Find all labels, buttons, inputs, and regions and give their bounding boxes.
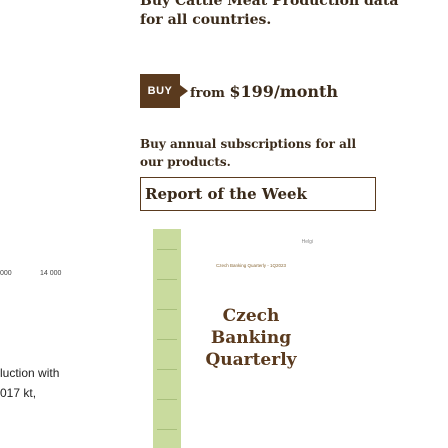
price-text[interactable]: from $199/month (190, 82, 338, 101)
annual-subscription-text[interactable]: Buy annual subscriptions for all our pro… (140, 135, 440, 171)
background-text-line: luction with (0, 366, 60, 380)
annual-line: our products. (140, 155, 231, 169)
cover-heading-line: Czech (222, 306, 280, 326)
annual-line: Buy annual subscriptions for all (140, 137, 357, 151)
cover-spine (153, 229, 181, 448)
cover-page: Helgi Czech Banking Quarterly - 1Q2023 C… (181, 229, 321, 448)
promo-panel: Buy Cattle Meat Production data for all … (140, 0, 448, 448)
price-prefix: from (190, 85, 230, 101)
promo-title-line: for all countries. (140, 12, 272, 28)
buy-button-label: BUY (147, 85, 173, 97)
buy-row: BUY from $199/month (140, 74, 338, 108)
background-text: luction with 017 kt, (0, 363, 59, 403)
axis-tick: 000 (0, 270, 12, 277)
cover-heading-line: Quarterly (205, 350, 297, 370)
cover-logo: Helgi (301, 239, 313, 245)
background-content: 000 14 000 luction with 017 kt, (0, 0, 140, 448)
buy-button[interactable]: BUY (140, 74, 188, 108)
cover-heading: Czech Banking Quarterly (181, 305, 321, 371)
promo-title: Buy Cattle Meat Production data for all … (140, 0, 440, 30)
price-amount: $199/month (229, 81, 339, 101)
cover-heading-line: Banking (210, 328, 292, 348)
promo-title-line: Buy Cattle Meat Production data (140, 0, 399, 9)
report-cover-image[interactable]: Helgi Czech Banking Quarterly - 1Q2023 C… (153, 229, 321, 448)
report-title: Report of the Week (145, 185, 307, 203)
axis-tick: 14 000 (40, 270, 62, 277)
report-of-the-week-link[interactable]: Report of the Week (140, 177, 376, 211)
background-text-line: 017 kt, (0, 386, 37, 400)
cover-caption: Czech Banking Quarterly - 1Q2023 (215, 263, 287, 268)
